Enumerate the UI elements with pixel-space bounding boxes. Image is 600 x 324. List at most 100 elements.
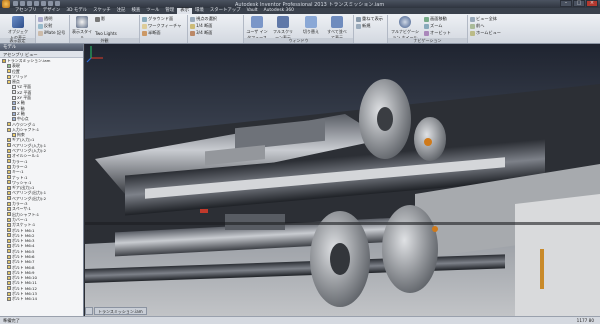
ribbon-panel: オブジェクトの表示 表示設定 透明 反射 iMate 記号 表示スタイル 影 T… bbox=[0, 14, 600, 44]
home-tab-icon[interactable] bbox=[85, 307, 93, 315]
part-icon bbox=[7, 175, 11, 180]
half-section-button[interactable]: 半断面 bbox=[142, 30, 161, 36]
visual-style-button[interactable]: 表示スタイル bbox=[71, 15, 93, 40]
user-interface-icon bbox=[251, 16, 263, 28]
document-tab[interactable]: トランスミッション.iam bbox=[94, 307, 147, 315]
new-window-button[interactable]: 新規 bbox=[356, 23, 370, 29]
part-icon bbox=[7, 297, 11, 301]
folder-icon bbox=[12, 132, 16, 137]
group-navigate: フルナビゲーション ホイール 画面移動 ズーム オービット ナビゲーション bbox=[388, 15, 468, 43]
user-interface-button[interactable]: ユーザ インタフェース bbox=[246, 15, 268, 40]
graphics-viewport[interactable] bbox=[85, 44, 600, 316]
status-text: 準備完了 bbox=[3, 318, 20, 323]
switch-window-button[interactable]: 切り替え bbox=[300, 15, 322, 37]
quick-access-toolbar bbox=[13, 1, 60, 7]
part-icon bbox=[7, 138, 11, 143]
minimize-button[interactable]: – bbox=[560, 0, 572, 7]
shadows-button[interactable]: 影 bbox=[95, 16, 105, 22]
plane-icon bbox=[12, 85, 16, 90]
group-appearance: 表示スタイル 影 Two Lights 外観 bbox=[70, 15, 140, 43]
part-icon bbox=[7, 206, 11, 211]
shadow-icon bbox=[95, 16, 100, 22]
part-icon bbox=[7, 148, 11, 153]
save-icon[interactable] bbox=[27, 1, 32, 6]
group-navigate-2: ビュー全体 前へ ホームビュー bbox=[468, 15, 512, 43]
part-icon bbox=[7, 254, 11, 259]
arrange-all-button[interactable]: すべて並べて表示 bbox=[326, 15, 348, 40]
part-icon bbox=[7, 222, 11, 227]
quarter-section-button[interactable]: 1/4 断面 bbox=[190, 23, 212, 29]
part-icon bbox=[7, 122, 11, 127]
axis-icon bbox=[12, 101, 16, 106]
cascade-icon bbox=[356, 16, 361, 22]
new-icon[interactable] bbox=[13, 1, 18, 6]
transparent-button[interactable]: 透明 bbox=[38, 16, 52, 22]
ground-plane-icon bbox=[142, 16, 147, 22]
quarter-section-icon bbox=[190, 23, 195, 29]
view-triad bbox=[86, 46, 103, 63]
group-label: ナビゲーション bbox=[388, 38, 467, 43]
browser-node-label: ボルト M6:14 bbox=[12, 296, 38, 302]
browser-tree: トランスミッション.iam 表現 位置 ソリッド 原点 YZ 平面 XZ 平面 XY 平面 X … bbox=[0, 58, 83, 302]
status-counts: 1177 80 bbox=[576, 318, 594, 323]
maximize-button[interactable]: □ bbox=[573, 0, 585, 7]
lighting-style-select[interactable]: Two Lights bbox=[95, 30, 117, 36]
new-window-icon bbox=[356, 23, 361, 29]
axis-icon bbox=[12, 116, 16, 121]
previous-view-button[interactable]: 前へ bbox=[470, 23, 484, 29]
redo-icon[interactable] bbox=[41, 1, 46, 6]
model-browser: モデル アセンブリ ビュー トランスミッション.iam 表現 位置 ソリッド 原点 YZ … bbox=[0, 44, 84, 316]
orbit-icon bbox=[424, 30, 429, 36]
bottom-shaft bbox=[85, 254, 505, 283]
group-visibility-2: 透明 反射 iMate 記号 bbox=[36, 15, 70, 43]
close-button[interactable]: × bbox=[586, 0, 598, 7]
part-icon bbox=[7, 143, 11, 148]
ground-plane-button[interactable]: グラウンド面 bbox=[142, 16, 173, 22]
work-features-button[interactable]: ワークフィーチャ bbox=[142, 23, 181, 29]
title-bar: Autodesk Inventor Professional 2013 トランス… bbox=[0, 0, 600, 8]
part-icon bbox=[7, 259, 11, 264]
part-icon bbox=[7, 169, 11, 174]
imate-glyph-button[interactable]: iMate 記号 bbox=[38, 30, 65, 36]
browser-view-selector[interactable]: アセンブリ ビュー bbox=[0, 51, 83, 58]
folder-icon bbox=[7, 69, 11, 74]
lower-gear-hub bbox=[330, 243, 350, 275]
group-appearance-3: 視点の選択 1/4 断面 3/4 断面 bbox=[188, 15, 244, 43]
right-gear bbox=[382, 205, 438, 293]
pan-button[interactable]: 画面移動 bbox=[424, 16, 447, 22]
home-view-button[interactable]: ホームビュー bbox=[470, 30, 501, 36]
navigation-wheel-button[interactable]: フルナビゲーション ホイール bbox=[390, 15, 420, 40]
zoom-all-button[interactable]: ビュー全体 bbox=[470, 16, 497, 22]
three-quarter-section-button[interactable]: 3/4 断面 bbox=[190, 30, 212, 36]
full-screen-button[interactable]: フルスクリーン表示 bbox=[272, 15, 294, 40]
part-icon bbox=[7, 164, 11, 169]
orbit-button[interactable]: オービット bbox=[424, 30, 451, 36]
cascade-button[interactable]: 重ねて表示 bbox=[356, 16, 383, 22]
application-menu-button[interactable] bbox=[2, 0, 10, 8]
object-visibility-button[interactable]: オブジェクトの表示 bbox=[7, 15, 29, 40]
imate-icon bbox=[38, 30, 43, 36]
home-icon bbox=[470, 30, 475, 36]
orange-bearing bbox=[424, 138, 432, 146]
return-icon[interactable] bbox=[48, 1, 53, 6]
arrange-all-icon bbox=[331, 16, 343, 28]
steering-wheel-icon bbox=[399, 16, 411, 28]
reflection-icon bbox=[38, 23, 43, 29]
undo-icon[interactable] bbox=[34, 1, 39, 6]
part-icon bbox=[7, 244, 11, 249]
group-visibility: オブジェクトの表示 表示設定 bbox=[0, 15, 36, 43]
window-title: Autodesk Inventor Professional 2013 トランス… bbox=[235, 2, 385, 8]
part-icon bbox=[7, 238, 11, 243]
part-icon bbox=[7, 180, 11, 185]
status-bar: 準備完了 1177 80 bbox=[0, 316, 600, 324]
select-view-button[interactable]: 視点の選択 bbox=[190, 16, 217, 22]
part-icon bbox=[7, 249, 11, 254]
part-icon bbox=[7, 217, 11, 222]
orange-marker bbox=[432, 226, 438, 232]
material-icon[interactable] bbox=[55, 1, 60, 6]
zoom-button[interactable]: ズーム bbox=[424, 23, 442, 29]
reflection-button[interactable]: 反射 bbox=[38, 23, 52, 29]
open-icon[interactable] bbox=[20, 1, 25, 6]
browser-node[interactable]: ボルト M6:14 bbox=[0, 296, 83, 301]
zoom-all-icon bbox=[470, 16, 475, 22]
